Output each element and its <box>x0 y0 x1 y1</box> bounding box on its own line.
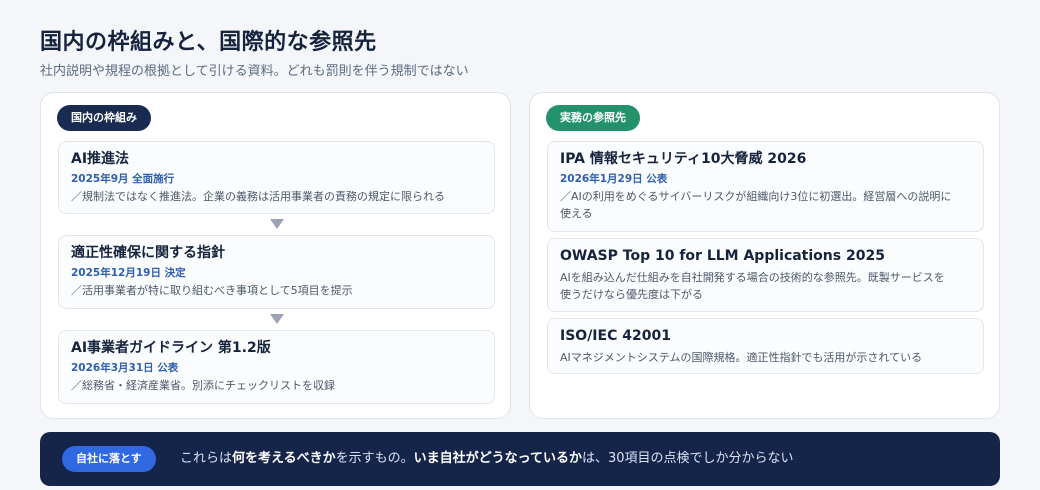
takeaway-emphasis: 何を考えるべきか <box>232 451 336 466</box>
card-date: 2026年1月29日 公表 <box>560 173 668 185</box>
takeaway-text: これらは何を考えるべきかを示すもの。いま自社がどうなっているかは、30項目の点検… <box>180 449 794 469</box>
card-date: 2025年12月19日 決定 <box>71 267 186 279</box>
practical-reference-panel: 実務の参照先 IPA 情報セキュリティ10大脅威 2026 2026年1月29日… <box>529 92 1000 419</box>
card-description-line: 使うだけなら優先度は下がる <box>560 288 703 301</box>
reference-card-iso: ISO/IEC 42001 AIマネジメントシステムの国際規格。適正性指針でも活… <box>547 318 984 374</box>
domestic-framework-tag: 国内の枠組み <box>57 105 151 131</box>
takeaway-banner: 自社に落とす これらは何を考えるべきかを示すもの。いま自社がどうなっているかは、… <box>40 432 1000 486</box>
card-description: ／AIの利用をめぐるサイバーリスクが組織向け3位に初選出。経営層への説明に 使え… <box>560 188 971 222</box>
card-title: IPA 情報セキュリティ10大脅威 2026 <box>560 151 807 167</box>
card-description-line: AIを組み込んだ仕組みを自社開発する場合の技術的な参照先。既製サービスを <box>560 271 945 284</box>
takeaway-tag: 自社に落とす <box>62 446 156 472</box>
card-title: AI推進法 <box>71 151 130 167</box>
card-description: ／活用事業者が特に取り組むべき事項として5項目を提示 <box>71 284 353 297</box>
card-description: AIマネジメントシステムの国際規格。適正性指針でも活用が示されている <box>560 351 923 364</box>
practical-reference-tag: 実務の参照先 <box>546 105 640 131</box>
card-date: 2026年3月31日 公表 <box>71 362 179 374</box>
down-arrow-icon <box>270 314 284 324</box>
page-title: 国内の枠組みと、国際的な参照先 <box>40 30 377 55</box>
card-description: ／総務省・経済産業省。別添にチェックリストを収録 <box>71 379 335 392</box>
takeaway-emphasis: いま自社がどうなっているか <box>413 451 583 466</box>
card-description: ／規制法ではなく推進法。企業の義務は活用事業者の責務の規定に限られる <box>71 190 445 203</box>
page-subtitle: 社内説明や規程の根拠として引ける資料。どれも罰則を伴う規制ではない <box>40 64 469 79</box>
card-title: AI事業者ガイドライン 第1.2版 <box>71 340 271 356</box>
takeaway-text-part: これらは <box>180 451 233 466</box>
card-description-line: ／AIの利用をめぐるサイバーリスクが組織向け3位に初選出。経営層への説明に <box>560 190 952 203</box>
framework-card-ai-promotion-act: AI推進法 2025年9月 全面施行 ／規制法ではなく推進法。企業の義務は活用事… <box>58 141 495 214</box>
reference-card-ipa: IPA 情報セキュリティ10大脅威 2026 2026年1月29日 公表 ／AI… <box>547 141 984 232</box>
card-title: ISO/IEC 42001 <box>560 328 671 344</box>
takeaway-text-part: を示すもの。 <box>335 451 414 466</box>
down-arrow-icon <box>270 219 284 229</box>
card-title: OWASP Top 10 for LLM Applications 2025 <box>560 248 885 264</box>
card-date: 2025年9月 全面施行 <box>71 173 175 185</box>
card-description: AIを組み込んだ仕組みを自社開発する場合の技術的な参照先。既製サービスを 使うだ… <box>560 269 971 303</box>
card-title: 適正性確保に関する指針 <box>71 245 225 261</box>
reference-card-owasp: OWASP Top 10 for LLM Applications 2025 A… <box>547 238 984 312</box>
framework-card-business-guideline: AI事業者ガイドライン 第1.2版 2026年3月31日 公表 ／総務省・経済産… <box>58 330 495 404</box>
framework-card-guideline: 適正性確保に関する指針 2025年12月19日 決定 ／活用事業者が特に取り組む… <box>58 235 495 309</box>
card-description-line: 使える <box>560 207 593 220</box>
takeaway-text-part: は、30項目の点検でしか分からない <box>582 451 794 466</box>
domestic-framework-panel: 国内の枠組み AI推進法 2025年9月 全面施行 ／規制法ではなく推進法。企業… <box>40 92 511 419</box>
